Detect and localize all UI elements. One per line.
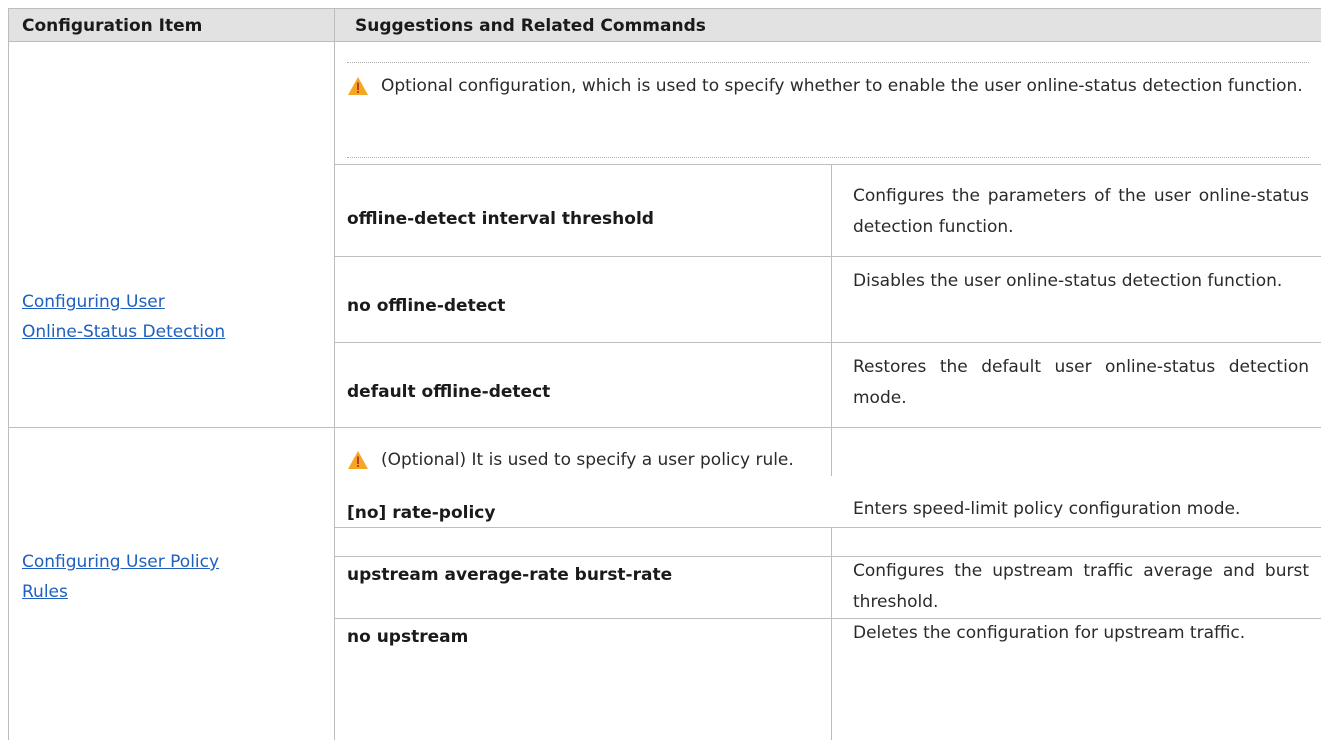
command-description: Configures the upstream traffic average … [853,561,1309,612]
command-description: Enters speed-limit policy configuration … [853,499,1241,519]
item-label-line: Configuring User Policy [22,552,220,572]
item-label-line: Online-Status Detection [22,322,226,342]
command-text: default offline-detect [347,382,551,402]
divider [8,8,9,740]
command-text: upstream average-rate burst-rate [347,565,673,585]
note-text: Optional configuration, which is used to… [381,76,1303,96]
item-label-line: Rules [22,582,68,602]
divider [334,8,335,740]
note-text: (Optional) It is used to specify a user … [381,450,794,470]
note-divider [347,62,1309,63]
command-text: no upstream [347,627,469,647]
command-description: Deletes the configuration for upstream t… [853,623,1246,643]
divider [334,527,1321,528]
command-description: Disables the user online-status detectio… [853,271,1283,291]
divider [8,427,1321,428]
item-label-line: Configuring User [22,292,165,312]
header-configuration-item: Configuration Item [22,16,203,36]
command-description: Configures the parameters of the user on… [853,186,1309,237]
note-divider [347,157,1309,158]
divider [334,342,1321,343]
table-header: Configuration Item Suggestions and Relat… [8,8,1321,42]
command-text: [no] rate-policy [347,503,496,523]
command-text: no offline-detect [347,296,506,316]
divider [334,164,1321,165]
header-suggestions-commands: Suggestions and Related Commands [355,16,706,36]
divider [334,256,1321,257]
link-configuring-user-policy-rules[interactable]: Configuring User Policy Rules [22,547,325,607]
divider [831,164,832,476]
divider [831,527,832,740]
warning-icon [348,77,368,95]
command-text: offline-detect interval threshold [347,209,654,229]
link-configuring-user-online-status-detection[interactable]: Configuring User Online-Status Detection [22,287,325,347]
configuration-table: Configuration Item Suggestions and Relat… [8,8,1321,740]
command-description: Restores the default user online-status … [853,357,1309,408]
warning-icon [348,451,368,469]
